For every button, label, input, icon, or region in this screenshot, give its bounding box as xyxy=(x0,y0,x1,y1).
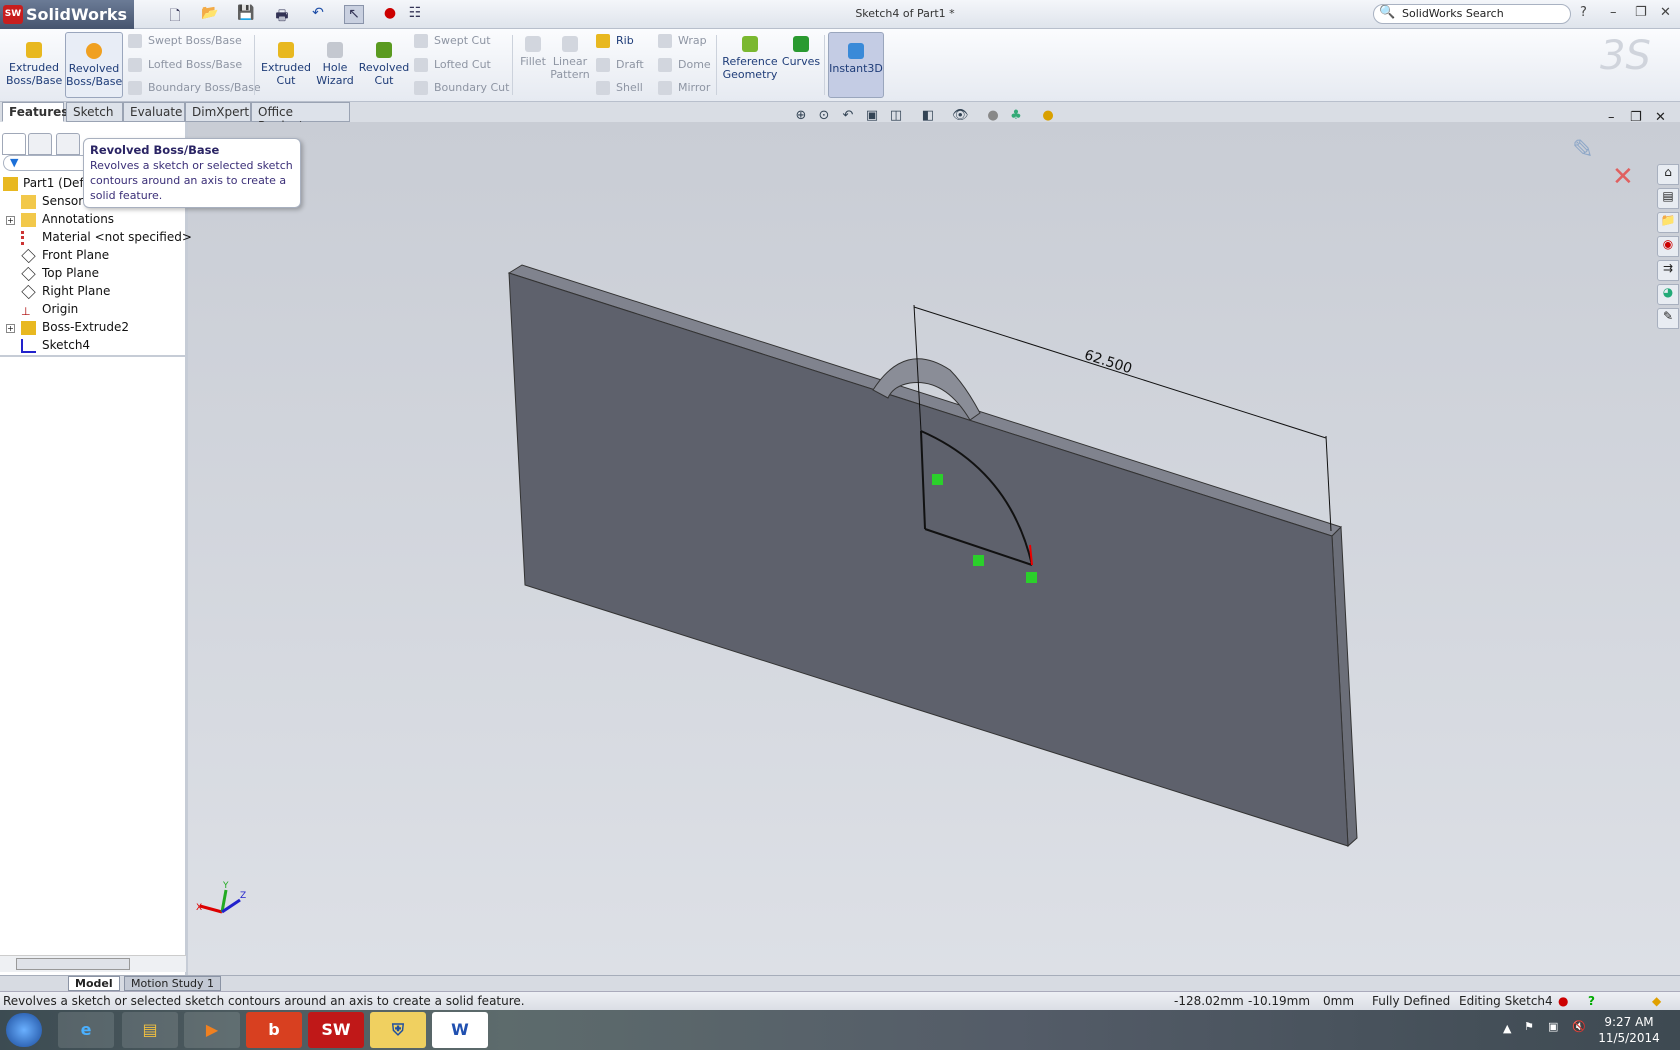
coincident-relation-icon xyxy=(1026,572,1037,583)
security-taskbar-icon[interactable]: ⛨ xyxy=(370,1012,426,1048)
svg-text:X: X xyxy=(196,903,202,913)
tree-item-front-plane[interactable]: Front Plane xyxy=(0,247,185,265)
tree-item-origin[interactable]: ⊥ Origin xyxy=(0,301,185,319)
volume-muted-icon[interactable]: 🔇 xyxy=(1572,1020,1586,1033)
coord-z: 0mm xyxy=(1323,994,1355,1008)
taskbar: e ▤ ▶ b SW ⛨ W ▲ ⚑ ▣ 🔇 9:27 AM 11/5/2014 xyxy=(0,1010,1680,1050)
extension-line-2 xyxy=(1325,435,1332,532)
featuremanager-panel: ▼ Part1 (Default<<Default>_Display State… xyxy=(0,122,293,975)
media-player-taskbar-icon[interactable]: ▶ xyxy=(184,1012,240,1048)
plane-icon xyxy=(21,284,36,300)
tree-item-annotations[interactable]: + Annotations xyxy=(0,211,185,229)
bottom-tabs: Model Motion Study 1 xyxy=(0,975,1680,991)
network-icon[interactable]: ▣ xyxy=(1548,1020,1558,1033)
action-center-icon[interactable]: ⚑ xyxy=(1524,1020,1534,1033)
ie-taskbar-icon[interactable]: e xyxy=(58,1012,114,1048)
tree-item-right-plane[interactable]: Right Plane xyxy=(0,283,185,301)
triad-icon: X Y Z xyxy=(196,881,246,914)
expand-icon: + xyxy=(6,216,15,225)
material-icon xyxy=(21,231,36,245)
rebuild-status-icon[interactable]: ● xyxy=(1558,992,1568,1011)
horizontal-scrollbar[interactable] xyxy=(0,955,186,972)
rollback-bar[interactable] xyxy=(0,355,185,357)
status-message: Revolves a sketch or selected sketch con… xyxy=(3,994,525,1008)
propertymanager-tab[interactable] xyxy=(28,133,52,155)
tooltip-title: Revolved Boss/Base xyxy=(90,143,220,157)
tree-item-boss-extrude2[interactable]: + Boss-Extrude2 xyxy=(0,319,185,337)
tag-icon[interactable]: ◆ xyxy=(1652,992,1661,1011)
extrude-feature-icon xyxy=(21,321,36,335)
help-status-icon[interactable]: ? xyxy=(1588,992,1595,1011)
tree-item-sketch4[interactable]: Sketch4 xyxy=(0,337,185,355)
tray-expand-icon[interactable]: ▲ xyxy=(1503,1022,1511,1035)
clock[interactable]: 9:27 AM 11/5/2014 xyxy=(1598,1014,1660,1046)
tooltip-body: Revolves a sketch or selected sketch con… xyxy=(90,159,293,202)
filter-icon: ▼ xyxy=(10,156,19,169)
coord-x: -128.02mm xyxy=(1174,994,1244,1008)
expand-icon: + xyxy=(6,324,15,333)
tooltip: Revolved Boss/Base Revolves a sketch or s… xyxy=(83,138,301,208)
origin-icon: ⊥ xyxy=(21,305,31,318)
scroll-thumb[interactable] xyxy=(16,958,130,970)
horizontal-relation-icon xyxy=(973,555,984,566)
explorer-taskbar-icon[interactable]: ▤ xyxy=(122,1012,178,1048)
plate-front-face xyxy=(508,272,1349,847)
sketch-state: Fully Defined xyxy=(1372,994,1451,1008)
start-button[interactable] xyxy=(6,1013,42,1047)
bing-taskbar-icon[interactable]: b xyxy=(246,1012,302,1048)
tab-motion-study[interactable]: Motion Study 1 xyxy=(124,976,222,991)
tab-model[interactable]: Model xyxy=(68,976,120,991)
dimension-value: 62.500 xyxy=(1082,347,1134,377)
plane-icon xyxy=(21,248,36,264)
svg-text:Y: Y xyxy=(222,881,229,891)
tree-item-material[interactable]: Material <not specified> xyxy=(0,229,192,247)
featuremanager-tab[interactable] xyxy=(2,133,26,155)
sensors-icon xyxy=(21,195,36,209)
coord-y: -10.19mm xyxy=(1248,994,1311,1008)
tree-item-top-plane[interactable]: Top Plane xyxy=(0,265,185,283)
sketch-icon xyxy=(21,339,36,353)
vertical-relation-icon xyxy=(932,474,943,485)
plane-icon xyxy=(21,266,36,282)
editing-status: Editing Sketch4 xyxy=(1459,994,1553,1008)
word-taskbar-icon[interactable]: W xyxy=(432,1012,488,1048)
solidworks-taskbar-icon[interactable]: SW xyxy=(308,1012,364,1048)
annotations-icon xyxy=(21,213,36,227)
configurationmanager-tab[interactable] xyxy=(56,133,80,155)
status-bar: Revolves a sketch or selected sketch con… xyxy=(0,991,1680,1011)
svg-text:Z: Z xyxy=(240,891,246,901)
